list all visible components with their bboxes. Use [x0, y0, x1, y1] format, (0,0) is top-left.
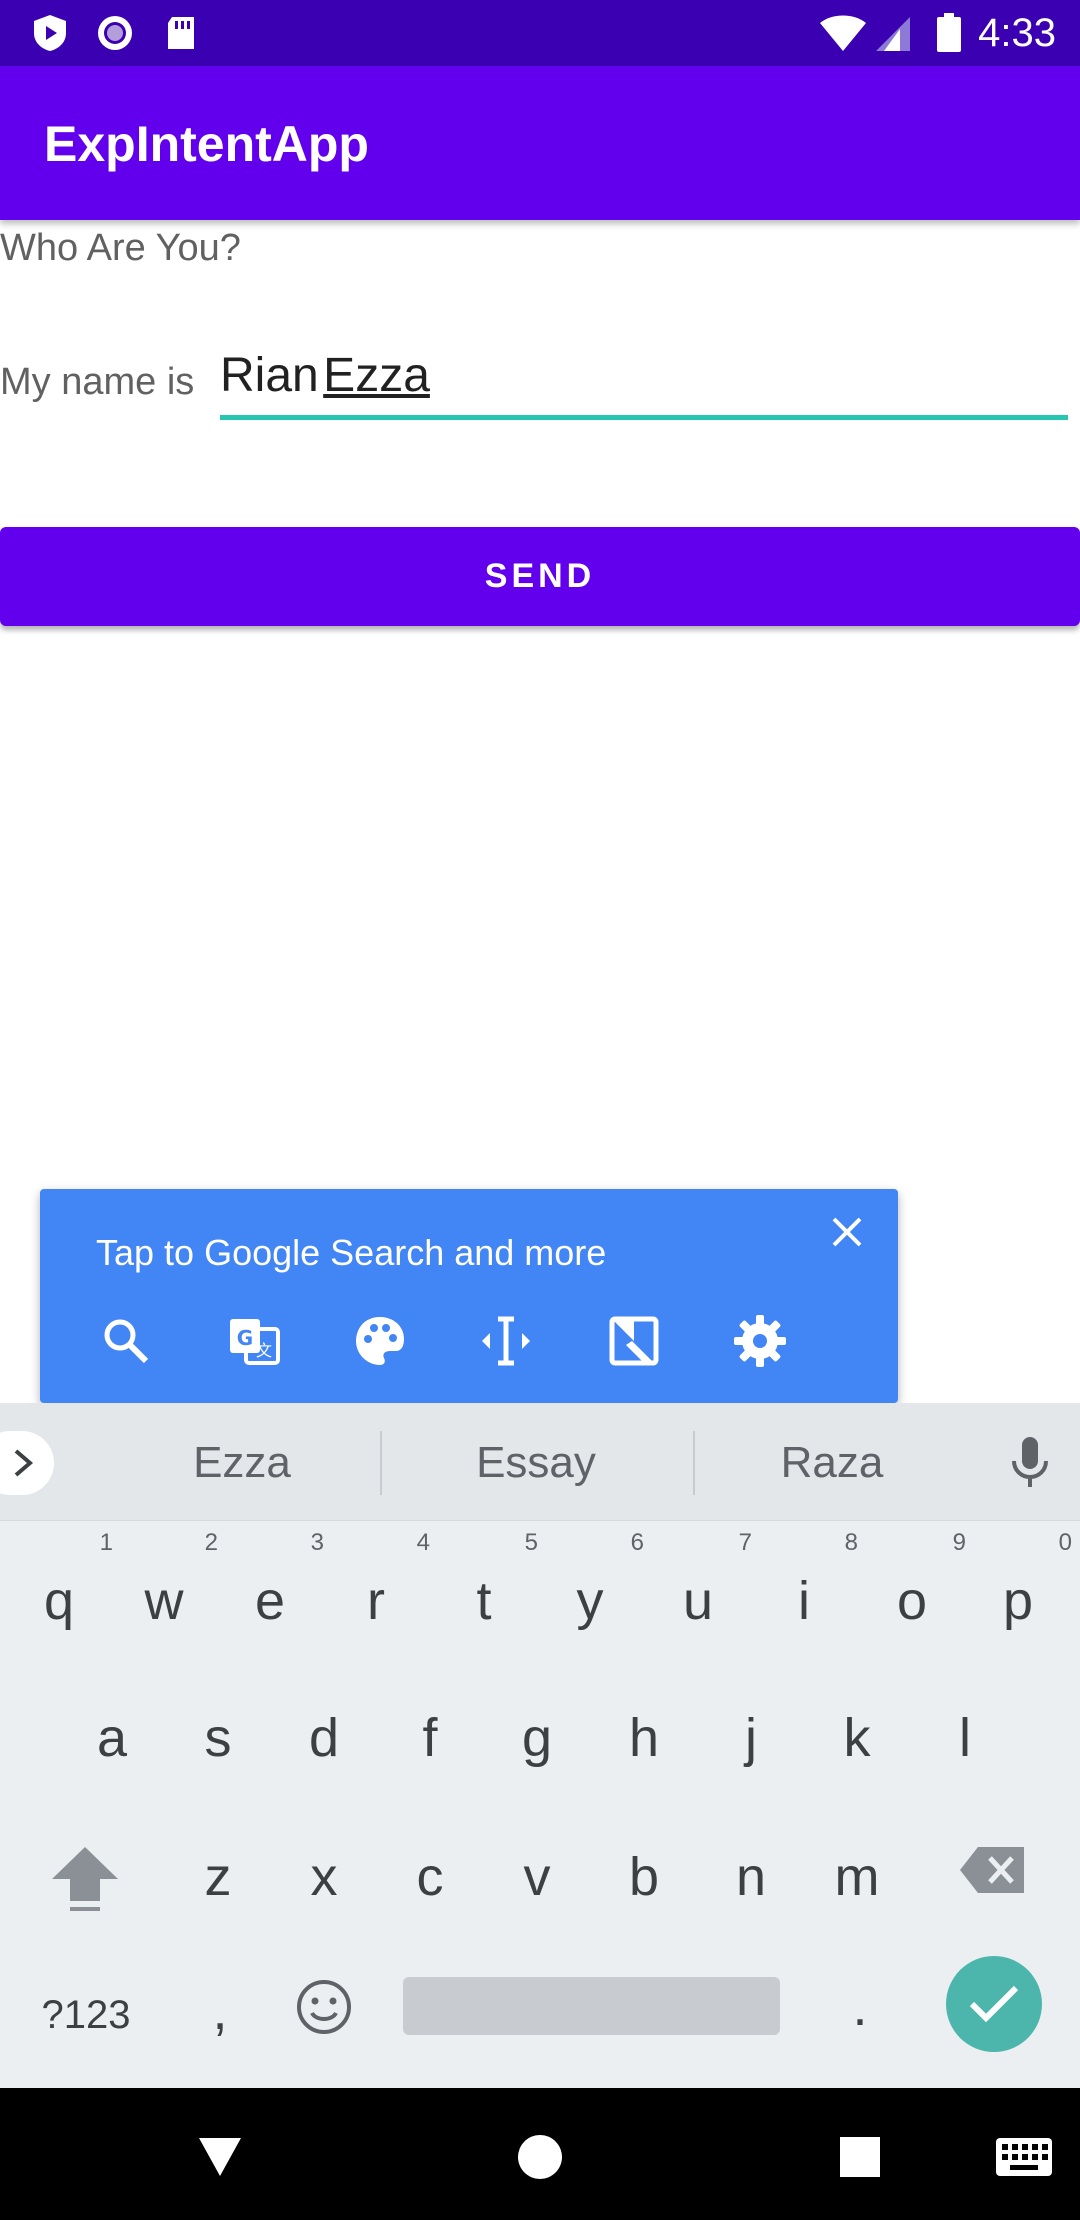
keyboard-switch-icon[interactable]	[994, 2132, 1054, 2182]
name-input[interactable]: Rian Ezza	[220, 340, 1068, 420]
sd-card-icon	[168, 17, 194, 49]
backspace-icon[interactable]	[958, 1843, 1028, 1897]
key-t[interactable]: t5	[444, 1529, 538, 1631]
suggestion-1[interactable]: Ezza	[92, 1435, 392, 1491]
search-icon[interactable]	[96, 1311, 156, 1371]
key-d[interactable]: d	[284, 1708, 364, 1768]
key-a[interactable]: a	[72, 1708, 152, 1768]
play-protect-icon	[34, 15, 66, 51]
battery-icon	[937, 13, 961, 52]
key-label: i	[798, 1571, 810, 1631]
key-label: y	[576, 1571, 604, 1631]
google-tooltip-text: Tap to Google Search and more	[96, 1232, 607, 1273]
palette-icon[interactable]	[350, 1311, 410, 1371]
key-u[interactable]: u7	[658, 1529, 752, 1631]
key-x[interactable]: x	[284, 1847, 364, 1907]
wifi-icon	[820, 15, 866, 51]
clock: 4:33	[978, 11, 1056, 55]
key-label: o	[896, 1571, 928, 1631]
key-hint: 6	[630, 1529, 644, 1556]
name-input-first-word: Rian	[220, 349, 319, 402]
shift-icon[interactable]	[48, 1843, 122, 1913]
key-hint: 1	[99, 1529, 113, 1556]
key-label: r	[367, 1571, 385, 1631]
recents-icon[interactable]	[835, 2132, 885, 2182]
key-f[interactable]: f	[390, 1708, 470, 1768]
app-title: ExpIntentApp	[44, 116, 369, 172]
key-k[interactable]: k	[817, 1708, 897, 1768]
key-i[interactable]: i8	[764, 1529, 858, 1631]
space-bar[interactable]	[403, 1977, 780, 2035]
key-o[interactable]: o9	[872, 1529, 966, 1631]
symbols-key[interactable]: ?123	[36, 1985, 136, 2045]
key-m[interactable]: m	[817, 1847, 897, 1907]
key-l[interactable]: l	[925, 1708, 1005, 1768]
key-g[interactable]: g	[497, 1708, 577, 1768]
mic-icon[interactable]	[1008, 1435, 1052, 1491]
soft-keyboard: Ezza Essay Raza q1 w2 e3 r4 t5 y6 u7 i8 …	[0, 1403, 1080, 2088]
signal-icon	[876, 17, 910, 51]
circle-app-icon	[98, 16, 132, 50]
key-v[interactable]: v	[497, 1847, 577, 1907]
prompt-label: Who Are You?	[0, 227, 241, 269]
key-z[interactable]: z	[178, 1847, 258, 1907]
back-icon[interactable]	[195, 2132, 245, 2182]
key-q[interactable]: q1	[19, 1529, 113, 1631]
key-p[interactable]: p0	[978, 1529, 1072, 1631]
translate-icon[interactable]: G 文	[224, 1311, 284, 1371]
home-icon[interactable]	[515, 2132, 565, 2182]
key-b[interactable]: b	[604, 1847, 684, 1907]
key-r[interactable]: r4	[336, 1529, 430, 1631]
key-hint: 7	[738, 1529, 752, 1556]
name-input-composing-word: Ezza	[323, 349, 430, 402]
key-e[interactable]: e3	[230, 1529, 324, 1631]
key-hint: 4	[416, 1529, 430, 1556]
key-hint: 2	[204, 1529, 218, 1556]
key-hint: 3	[310, 1529, 324, 1556]
suggestion-strip: Ezza Essay Raza	[0, 1403, 1080, 1521]
key-c[interactable]: c	[390, 1847, 470, 1907]
status-bar: 4:33	[0, 0, 1080, 66]
svg-text:G: G	[237, 1326, 253, 1350]
screenshot-edit-icon[interactable]	[604, 1311, 664, 1371]
text-cursor-icon[interactable]	[476, 1311, 536, 1371]
key-y[interactable]: y6	[550, 1529, 645, 1631]
key-h[interactable]: h	[604, 1708, 684, 1768]
google-search-tooltip[interactable]: Tap to Google Search and more G 文	[40, 1189, 898, 1433]
checkmark-icon	[969, 1985, 1019, 2023]
name-label: My name is	[0, 361, 195, 403]
expand-toolbar-button[interactable]	[0, 1431, 54, 1495]
key-s[interactable]: s	[178, 1708, 258, 1768]
key-label: u	[682, 1571, 714, 1631]
key-label: w	[144, 1571, 184, 1631]
app-bar: ExpIntentApp	[0, 66, 1080, 220]
key-hint: 9	[952, 1529, 966, 1556]
svg-text:文: 文	[256, 1341, 272, 1360]
suggestion-divider	[380, 1431, 382, 1495]
key-w[interactable]: w2	[124, 1529, 219, 1631]
key-label: p	[1002, 1571, 1034, 1631]
suggestion-2[interactable]: Essay	[386, 1435, 686, 1491]
key-hint: 5	[524, 1529, 538, 1556]
key-comma[interactable]: ,	[180, 1981, 260, 2041]
key-hint: 8	[844, 1529, 858, 1556]
gear-icon[interactable]	[730, 1311, 790, 1371]
navigation-bar	[0, 2088, 1080, 2220]
key-label: t	[476, 1571, 492, 1631]
chevron-right-icon	[14, 1449, 34, 1477]
key-j[interactable]: j	[711, 1708, 791, 1768]
enter-key[interactable]	[946, 1956, 1042, 2052]
key-label: q	[43, 1571, 75, 1631]
send-button[interactable]: SEND	[0, 527, 1080, 626]
key-period[interactable]: .	[820, 1977, 900, 2037]
emoji-icon[interactable]	[294, 1977, 354, 2037]
key-label: e	[254, 1571, 286, 1631]
suggestion-3[interactable]: Raza	[682, 1435, 982, 1491]
close-icon[interactable]	[822, 1207, 872, 1257]
key-n[interactable]: n	[711, 1847, 791, 1907]
key-hint: 0	[1058, 1529, 1072, 1556]
